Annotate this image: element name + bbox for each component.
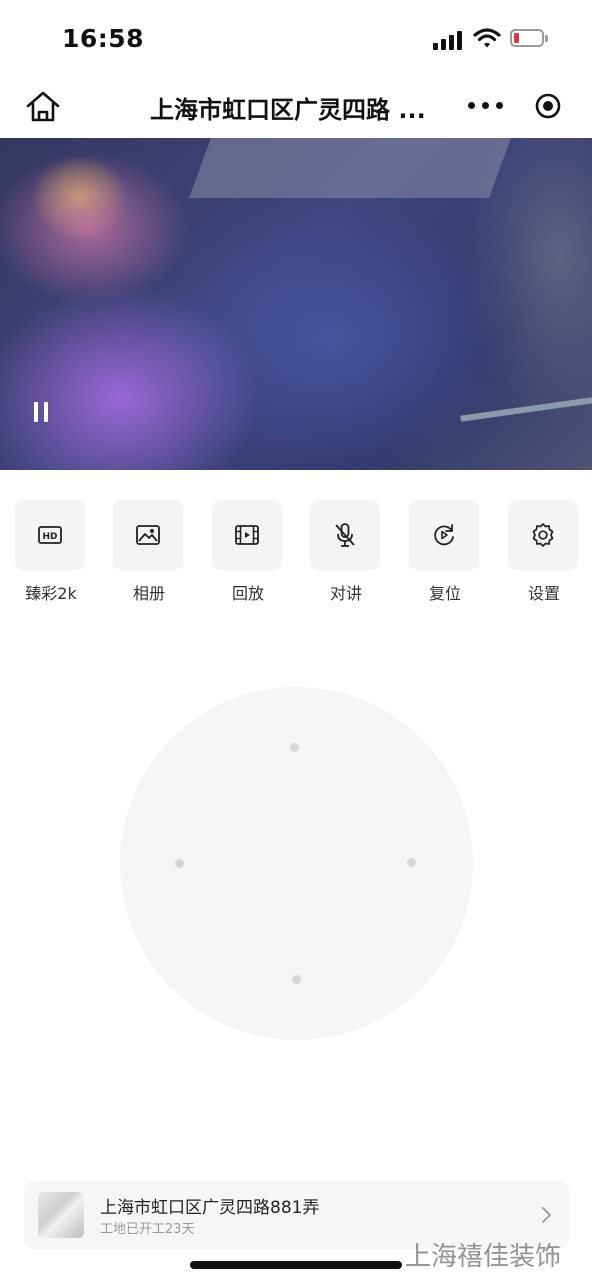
toolbar-item-album[interactable]: 相册: [113, 500, 185, 604]
home-icon[interactable]: [24, 89, 62, 125]
close-target-icon[interactable]: [534, 92, 562, 120]
status-bar: 16:58: [0, 0, 592, 78]
site-thumbnail: [38, 1192, 84, 1238]
toolbar-label: 复位: [428, 584, 461, 603]
video-scene-texture: [189, 138, 511, 198]
watermark: 上海禧佳装饰: [405, 1242, 562, 1272]
toolbar-item-talk[interactable]: 对讲: [310, 500, 382, 604]
ptz-left-button[interactable]: [175, 859, 184, 868]
signal-icon: [433, 30, 463, 50]
ptz-right-button[interactable]: [407, 858, 416, 867]
toolbar-item-hd[interactable]: HD 臻彩2k: [15, 500, 87, 604]
status-time: 16:58: [62, 24, 145, 53]
toolbar-label: 相册: [132, 584, 165, 603]
image-icon: [113, 500, 183, 570]
home-indicator: [190, 1261, 402, 1269]
mini-program-capsule: [454, 84, 578, 128]
ptz-down-button[interactable]: [292, 975, 301, 984]
film-icon: [212, 500, 282, 570]
toolbar-item-settings[interactable]: 设置: [508, 500, 580, 604]
toolbar-label: 设置: [527, 584, 560, 603]
pause-icon[interactable]: [34, 402, 54, 424]
wifi-icon: [473, 27, 501, 49]
toolbar-label: 臻彩2k: [25, 584, 77, 603]
more-icon[interactable]: [468, 97, 504, 115]
toolbar-label: 回放: [231, 584, 264, 603]
reset-icon: [409, 500, 479, 570]
mic-off-icon: [310, 500, 380, 570]
control-toolbar: HD 臻彩2k 相册 回放 对讲 复位 设置: [0, 500, 592, 610]
gear-icon: [508, 500, 578, 570]
svg-text:HD: HD: [42, 532, 57, 542]
video-scene-beam: [460, 396, 592, 422]
toolbar-item-playback[interactable]: 回放: [212, 500, 284, 604]
ptz-direction-pad[interactable]: [120, 687, 473, 1040]
ptz-up-button[interactable]: [290, 743, 299, 752]
live-video-view[interactable]: [0, 138, 592, 470]
site-status: 工地已开工23天: [100, 1222, 195, 1237]
page-title: 上海市虹口区广灵四路 ...: [150, 96, 426, 124]
hd-icon: HD: [15, 500, 85, 570]
nav-bar: 上海市虹口区广灵四路 ...: [0, 78, 592, 138]
toolbar-label: 对讲: [329, 584, 362, 603]
toolbar-item-reset[interactable]: 复位: [409, 500, 481, 604]
chevron-right-icon: [540, 1206, 552, 1224]
battery-low-icon: [510, 29, 548, 49]
site-name: 上海市虹口区广灵四路881弄: [100, 1198, 320, 1218]
